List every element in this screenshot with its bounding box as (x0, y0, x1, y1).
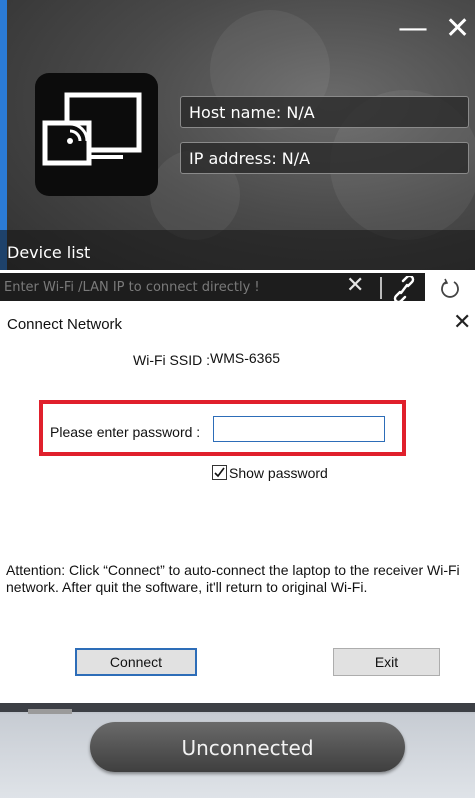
refresh-icon[interactable] (439, 278, 461, 305)
device-list-label: Device list (7, 243, 91, 262)
app-logo (35, 73, 158, 196)
close-window-button[interactable]: ✕ (445, 14, 470, 44)
connect-network-dialog: Connect Network ✕ Wi-Fi SSID : WMS-6365 … (0, 302, 475, 702)
minimize-button[interactable]: — (398, 14, 428, 44)
password-input[interactable] (213, 416, 385, 442)
ip-address-field: IP address: N/A (180, 142, 469, 174)
dialog-close-button[interactable]: ✕ (453, 310, 471, 335)
dialog-title: Connect Network (7, 316, 123, 333)
connect-button[interactable]: Connect (75, 648, 197, 676)
show-password-toggle[interactable]: Show password (212, 465, 328, 481)
show-password-checkbox[interactable] (212, 465, 227, 480)
ssid-label: Wi-Fi SSID : (133, 352, 210, 368)
host-name-field: Host name: N/A (180, 96, 469, 128)
attention-text: Attention: Click “Connect” to auto-conne… (6, 562, 460, 595)
ssid-value: WMS-6365 (210, 350, 281, 366)
clear-input-button[interactable]: ✕ (346, 275, 364, 297)
divider (380, 277, 382, 299)
strip-tab-notch (28, 709, 72, 714)
exit-button[interactable]: Exit (333, 648, 440, 676)
password-label: Please enter password : (50, 424, 201, 440)
show-password-label: Show password (229, 465, 328, 481)
cast-screen-icon (42, 92, 142, 166)
checkmark-icon (214, 467, 225, 478)
connection-status-button[interactable]: Unconnected (90, 722, 405, 772)
